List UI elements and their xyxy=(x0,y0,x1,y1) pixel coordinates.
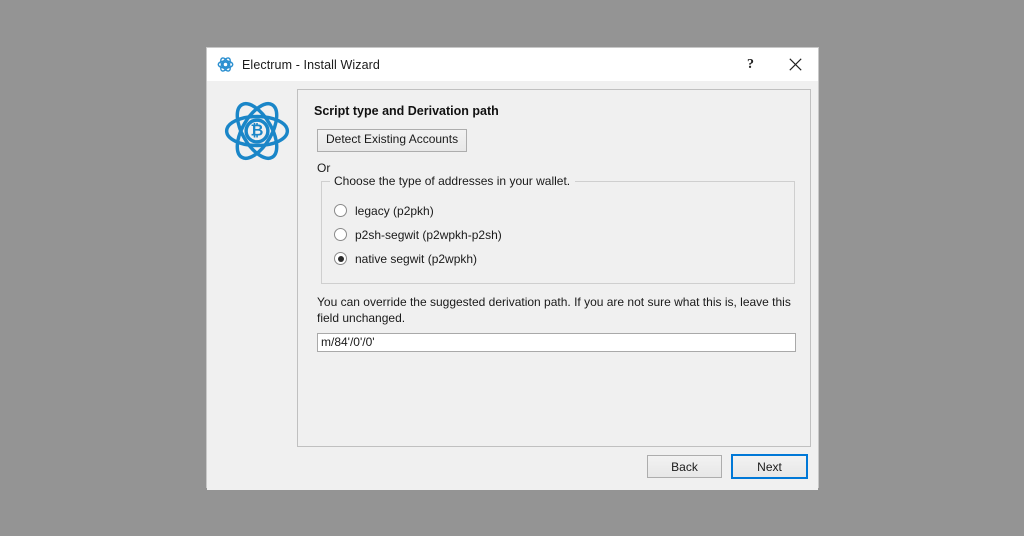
help-icon: ? xyxy=(747,57,754,73)
bitcoin-symbol: ₿ xyxy=(251,122,264,140)
address-type-groupbox-title: Choose the type of addresses in your wal… xyxy=(330,174,575,188)
detect-existing-accounts-button[interactable]: Detect Existing Accounts xyxy=(317,129,467,152)
page-title: Script type and Derivation path xyxy=(314,104,796,118)
next-button[interactable]: Next xyxy=(731,454,808,479)
titlebar-buttons: ? xyxy=(728,48,818,81)
wizard-footer: Back Next xyxy=(207,447,818,490)
address-type-groupbox: Choose the type of addresses in your wal… xyxy=(321,181,795,284)
window-titlebar: Electrum - Install Wizard ? xyxy=(207,48,818,81)
radio-legacy-p2pkh[interactable]: legacy (p2pkh) xyxy=(334,199,794,223)
radio-native-segwit[interactable]: native segwit (p2wpkh) xyxy=(334,247,794,271)
back-button[interactable]: Back xyxy=(647,455,722,478)
radio-p2sh-segwit[interactable]: p2sh-segwit (p2wpkh-p2sh) xyxy=(334,223,794,247)
address-type-radio-group: legacy (p2pkh) p2sh-segwit (p2wpkh-p2sh)… xyxy=(322,182,794,271)
close-button[interactable] xyxy=(773,48,818,81)
electrum-atom-bitcoin-logo: ₿ xyxy=(224,98,290,164)
radio-label: legacy (p2pkh) xyxy=(355,204,434,218)
window-body: ₿ Script type and Derivation path Detect… xyxy=(207,81,818,490)
upper-area: ₿ Script type and Derivation path Detect… xyxy=(207,81,818,447)
close-icon xyxy=(789,58,802,71)
branding-column: ₿ xyxy=(217,89,297,447)
help-button[interactable]: ? xyxy=(728,48,773,81)
radio-button-icon xyxy=(334,204,347,217)
radio-label: native segwit (p2wpkh) xyxy=(355,252,477,266)
install-wizard-window: Electrum - Install Wizard ? xyxy=(207,48,818,487)
window-title: Electrum - Install Wizard xyxy=(242,58,380,72)
radio-label: p2sh-segwit (p2wpkh-p2sh) xyxy=(355,228,502,242)
derivation-path-input[interactable] xyxy=(317,333,796,352)
electrum-atom-icon xyxy=(217,56,234,73)
radio-button-icon xyxy=(334,228,347,241)
derivation-path-hint: You can override the suggested derivatio… xyxy=(317,295,794,327)
or-label: Or xyxy=(317,161,796,175)
radio-button-icon-selected xyxy=(334,252,347,265)
wizard-content-panel: Script type and Derivation path Detect E… xyxy=(297,89,811,447)
